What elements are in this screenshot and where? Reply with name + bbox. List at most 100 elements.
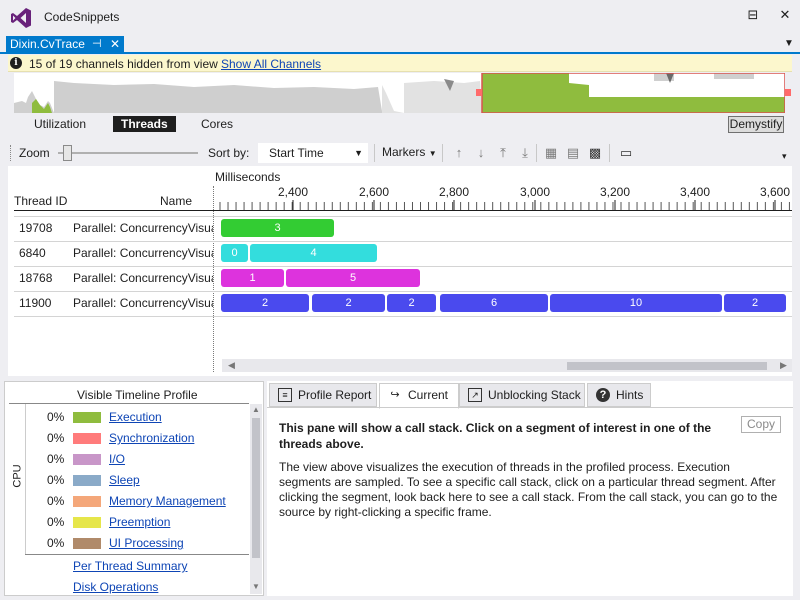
scroll-down-icon[interactable]: ▼ <box>252 582 260 591</box>
category-link[interactable]: Memory Management <box>109 494 226 508</box>
category-swatch <box>73 496 101 507</box>
thread-segment[interactable]: 2 <box>221 294 309 312</box>
tab-unblocking-stack[interactable]: ↗ Unblocking Stack <box>459 383 585 407</box>
tab-hints-label: Hints <box>616 388 644 402</box>
scroll-left-icon[interactable]: ◀ <box>228 360 235 371</box>
tab-threads[interactable]: Threads <box>113 116 176 132</box>
toolbar-separator <box>374 144 375 162</box>
category-link[interactable]: I/O <box>109 452 125 466</box>
tab-profile-report[interactable]: ≡ Profile Report <box>269 383 377 407</box>
markers-dropdown-button[interactable]: Markers ▼ <box>382 145 437 159</box>
current-pane: Copy This pane will show a call stack. C… <box>267 407 793 596</box>
row-separator <box>14 241 792 242</box>
thread-segment[interactable]: 4 <box>250 244 377 262</box>
details-panel: ≡ Profile Report ↪ Current ↗ Unblocking … <box>267 381 793 596</box>
category-link[interactable]: Preemption <box>109 515 170 529</box>
thread-id-cell: 19708 <box>19 221 53 235</box>
category-percent: 0% <box>47 515 65 529</box>
tab-hints[interactable]: ? Hints <box>587 383 651 407</box>
horizontal-scrollbar-thumb[interactable] <box>567 362 767 370</box>
category-percent: 0% <box>47 536 65 550</box>
help-icon: ? <box>596 388 610 402</box>
thread-segment[interactable]: 5 <box>286 269 420 287</box>
category-percent: 0% <box>47 494 65 508</box>
zoom-slider-thumb[interactable] <box>63 145 72 161</box>
horizontal-scrollbar[interactable]: ◀ ▶ <box>222 359 792 372</box>
sort-by-select[interactable]: Start Time ▼ <box>258 143 368 163</box>
category-link[interactable]: Sleep <box>109 473 140 487</box>
thread-segment[interactable]: 0 <box>221 244 248 262</box>
window-close-icon[interactable]: ✕ <box>776 6 794 24</box>
move-up-icon[interactable]: ↑ <box>451 145 467 161</box>
chevron-down-icon: ▼ <box>354 148 363 158</box>
info-bar: i 15 of 19 channels hidden from view Sho… <box>8 55 792 72</box>
thread-segment[interactable]: 1 <box>221 269 284 287</box>
disk-operations-link[interactable]: Disk Operations <box>73 580 158 594</box>
tab-unblocking-stack-label: Unblocking Stack <box>488 388 581 402</box>
category-link[interactable]: Synchronization <box>109 431 194 445</box>
thread-segment[interactable]: 3 <box>221 219 334 237</box>
category-swatch <box>73 538 101 549</box>
thread-segment[interactable]: 2 <box>724 294 786 312</box>
toolbar-separator <box>536 144 537 162</box>
move-top-icon[interactable]: ⤒ <box>495 145 511 161</box>
category-percent: 0% <box>47 410 65 424</box>
toolbar-separator <box>442 144 443 162</box>
show-all-channels-link[interactable]: Show All Channels <box>221 57 321 71</box>
scroll-right-icon[interactable]: ▶ <box>780 360 787 371</box>
visible-timeline-profile-panel: Visible Timeline Profile CPU 0% Execution… <box>4 381 264 596</box>
report-icon: ≡ <box>278 388 292 402</box>
callstack-icon: ↪ <box>390 389 400 401</box>
toolbar-grip <box>10 145 13 161</box>
filter-threads-icon[interactable]: ▩ <box>587 145 603 161</box>
thread-name-cell: Parallel: ConcurrencyVisua <box>73 296 213 310</box>
caret-down-icon: ▼ <box>428 149 437 158</box>
vertical-scrollbar[interactable]: ▲ ▼ <box>250 404 262 594</box>
thread-segment[interactable]: 2 <box>387 294 436 312</box>
window-pin-icon[interactable]: ⊟ <box>744 6 762 24</box>
move-bottom-icon[interactable]: ⤓ <box>517 145 533 161</box>
pin-icon[interactable]: ⊣ <box>92 36 102 53</box>
thread-segment[interactable]: 10 <box>550 294 722 312</box>
toolbar: Zoom Sort by: Start Time ▼ Markers ▼ ↑ ↓… <box>8 141 792 165</box>
category-swatch <box>73 433 101 444</box>
thread-segment[interactable]: 6 <box>440 294 548 312</box>
hide-blocked-icon[interactable]: ▤ <box>565 145 581 161</box>
hide-threads-icon[interactable]: ▦ <box>543 145 559 161</box>
thread-id-cell: 11900 <box>19 296 52 310</box>
category-link[interactable]: UI Processing <box>109 536 184 550</box>
sort-by-label: Sort by: <box>208 146 250 160</box>
overview-right-handle[interactable] <box>785 89 791 96</box>
info-message: 15 of 19 channels hidden from view <box>29 57 218 71</box>
document-tab-label: Dixin.CvTrace <box>10 37 85 51</box>
timeline-overview[interactable] <box>14 73 785 113</box>
visual-studio-logo-icon <box>11 8 31 28</box>
row-separator <box>14 266 792 267</box>
thread-name-cell: Parallel: ConcurrencyVisua <box>73 246 213 260</box>
scroll-up-icon[interactable]: ▲ <box>252 405 260 414</box>
category-swatch <box>73 517 101 528</box>
vertical-scrollbar-thumb[interactable] <box>252 418 260 558</box>
demystify-button[interactable]: Demystify <box>728 116 784 133</box>
tab-cores[interactable]: Cores <box>193 116 241 132</box>
current-pane-heading: This pane will show a call stack. Click … <box>279 421 712 451</box>
document-tab[interactable]: Dixin.CvTrace ⊣ ✕ <box>6 36 124 54</box>
tab-utilization[interactable]: Utilization <box>26 116 94 132</box>
zoom-label: Zoom <box>19 146 50 160</box>
tab-overflow-dropdown-icon[interactable]: ▼ <box>784 38 794 49</box>
zoom-slider-track[interactable] <box>58 152 198 154</box>
overview-graph <box>14 73 785 113</box>
move-down-icon[interactable]: ↓ <box>473 145 489 161</box>
toolbar-overflow-icon[interactable]: ▾ <box>782 151 787 162</box>
info-icon: i <box>10 57 22 69</box>
close-tab-icon[interactable]: ✕ <box>110 36 120 53</box>
export-icon[interactable]: ▭ <box>618 145 634 161</box>
category-link[interactable]: Execution <box>109 410 162 424</box>
per-thread-summary-link[interactable]: Per Thread Summary <box>73 559 188 573</box>
thread-segment[interactable]: 2 <box>312 294 385 312</box>
row-separator <box>14 291 792 292</box>
row-separator <box>14 316 792 317</box>
copy-button[interactable]: Copy <box>741 416 781 433</box>
profile-section-rule <box>25 554 249 555</box>
tab-current[interactable]: ↪ Current <box>379 383 459 409</box>
